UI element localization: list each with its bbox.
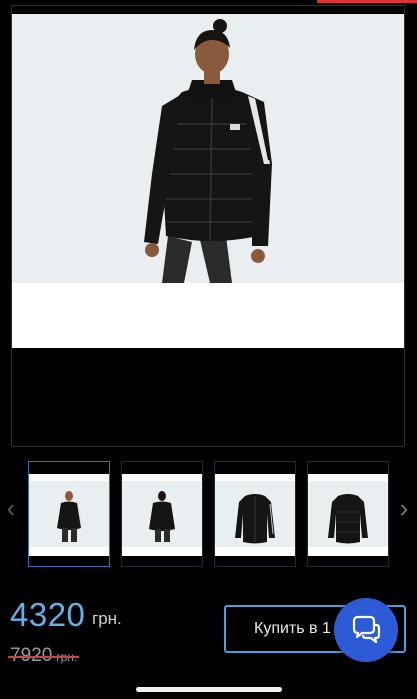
thumb-back-flat[interactable] — [307, 461, 389, 567]
main-product-image[interactable] — [12, 14, 404, 348]
strikethrough-line — [8, 656, 80, 658]
thumbnail-gallery: ‹ › — [0, 455, 417, 575]
thumb-front-model-image — [57, 491, 82, 542]
top-accent-bar — [317, 0, 417, 3]
old-price: 7920грн. — [8, 645, 80, 667]
thumb-front-flat[interactable] — [214, 461, 296, 567]
chat-bubbles-icon — [352, 615, 381, 644]
thumb-back-model-image — [149, 491, 175, 542]
thumb-back-flat-image — [328, 494, 368, 544]
current-price: 4320 — [10, 596, 86, 633]
thumb-back-model[interactable] — [121, 461, 203, 567]
price-currency: грн. — [92, 609, 122, 628]
main-product-viewer[interactable] — [11, 5, 405, 447]
chevron-left-icon[interactable]: ‹ — [2, 493, 20, 523]
chevron-right-icon[interactable]: › — [395, 493, 413, 523]
home-indicator — [136, 687, 282, 692]
chat-button[interactable] — [334, 598, 398, 662]
thumb-front-model[interactable] — [28, 461, 110, 567]
thumb-front-flat-image — [235, 494, 275, 544]
model-jacket-figure — [144, 19, 272, 283]
